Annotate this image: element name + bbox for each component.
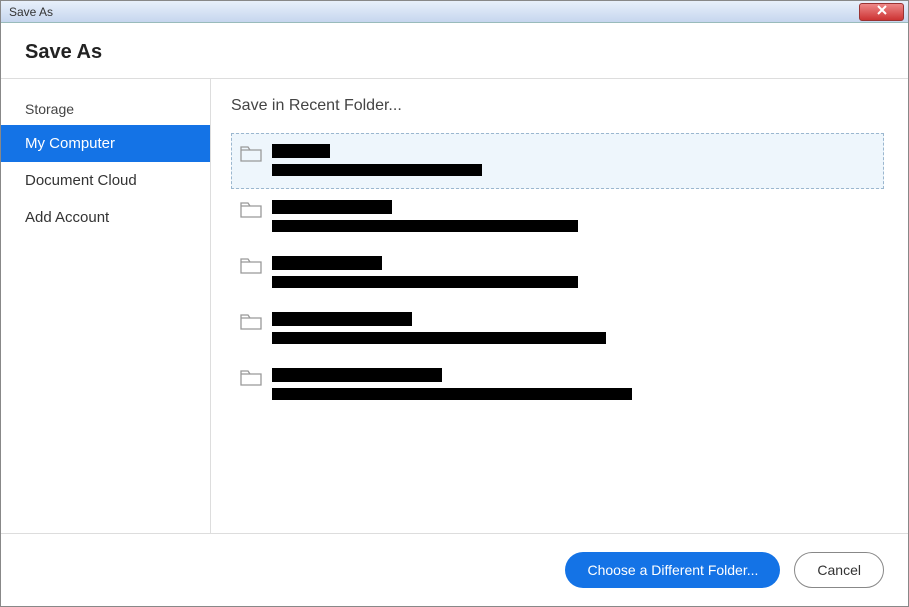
recent-folder-row[interactable] — [231, 189, 884, 245]
dialog-footer: Choose a Different Folder... Cancel — [1, 533, 908, 606]
folder-icon — [240, 257, 262, 275]
folder-name-redacted — [272, 312, 412, 326]
sidebar-item-add-account[interactable]: Add Account — [1, 199, 210, 236]
sidebar-item-my-computer[interactable]: My Computer — [1, 125, 210, 162]
folder-name-redacted — [272, 200, 392, 214]
dialog-body: Storage My ComputerDocument CloudAdd Acc… — [1, 79, 908, 533]
choose-different-folder-button[interactable]: Choose a Different Folder... — [565, 552, 780, 588]
recent-folder-heading: Save in Recent Folder... — [231, 97, 884, 115]
folder-name-redacted — [272, 256, 382, 270]
titlebar: Save As — [1, 1, 908, 23]
save-as-dialog: Save As Save As Storage My ComputerDocum… — [0, 0, 909, 607]
recent-folder-list — [231, 133, 884, 413]
folder-icon — [240, 201, 262, 219]
folder-name-redacted — [272, 144, 330, 158]
folder-text — [272, 312, 606, 344]
recent-folder-row[interactable] — [231, 301, 884, 357]
folder-text — [272, 368, 632, 400]
folder-icon — [240, 369, 262, 387]
folder-path-redacted — [272, 388, 632, 400]
folder-path-redacted — [272, 332, 606, 344]
sidebar: Storage My ComputerDocument CloudAdd Acc… — [1, 79, 211, 533]
folder-path-redacted — [272, 276, 578, 288]
close-button[interactable] — [859, 3, 904, 21]
folder-name-redacted — [272, 368, 442, 382]
recent-folder-row[interactable] — [231, 133, 884, 189]
recent-folder-row[interactable] — [231, 245, 884, 301]
main-panel: Save in Recent Folder... — [211, 79, 908, 533]
dialog-header: Save As — [1, 23, 908, 78]
folder-text — [272, 200, 578, 232]
folder-path-redacted — [272, 220, 578, 232]
folder-icon — [240, 145, 262, 163]
dialog-title: Save As — [25, 41, 884, 64]
recent-folder-row[interactable] — [231, 357, 884, 413]
window-title: Save As — [9, 5, 53, 19]
folder-icon — [240, 313, 262, 331]
sidebar-section-label: Storage — [1, 91, 210, 125]
folder-text — [272, 144, 482, 176]
cancel-button[interactable]: Cancel — [794, 552, 884, 588]
folder-text — [272, 256, 578, 288]
folder-path-redacted — [272, 164, 482, 176]
sidebar-item-document-cloud[interactable]: Document Cloud — [1, 162, 210, 199]
close-icon — [876, 5, 888, 18]
